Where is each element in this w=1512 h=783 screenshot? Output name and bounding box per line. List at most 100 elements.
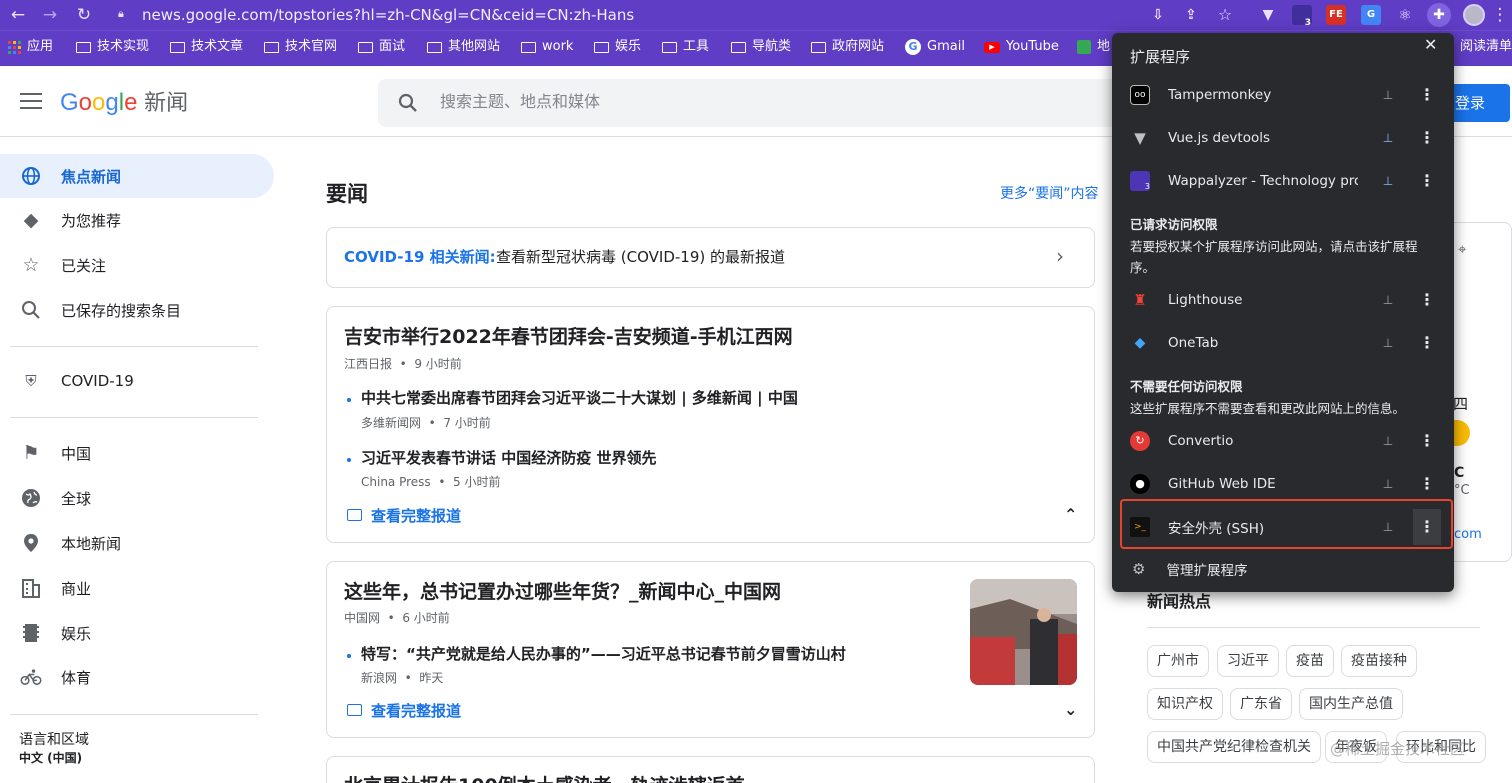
sub-story-title[interactable]: 中共七常委出席春节团拜会习近平谈二十大谋划 | 多维新闻 | 中国 [361,387,798,409]
chevron-down-icon[interactable]: ⌄ [1064,699,1077,721]
sidebar-item-top-stories[interactable]: 焦点新闻 [0,154,274,198]
fe-toolbar-icon[interactable]: FE [1326,5,1346,25]
extension-row[interactable]: ♜ Lighthouse ⊥ ⋮ [1112,278,1454,321]
bookmark-folder[interactable]: 政府网站 [811,36,884,58]
language-region-label[interactable]: 语言和区域 [19,731,89,749]
address-bar[interactable]: news.google.com/topstories?hl=zh-CN&gl=C… [112,2,1262,28]
pin-icon[interactable]: ⊥ [1382,88,1394,102]
sidebar-item-for-you[interactable]: ◆ 为您推荐 [0,198,274,242]
bookmark-folder[interactable]: 技术文章 [170,36,243,58]
more-vert-icon[interactable]: ⋮ [1413,163,1441,199]
bookmark-folder[interactable]: 导航类 [731,36,791,58]
sidebar-item-covid[interactable]: ⛨ COVID-19 [0,359,274,403]
bookmark-folder[interactable]: 工具 [662,36,709,58]
more-vert-icon[interactable]: ⋮ [1413,120,1441,156]
gear-icon: ⚙ [1132,560,1146,578]
sidebar-item-china[interactable]: ⚑ 中国 [0,431,274,475]
pin-icon[interactable]: ⊥ [1382,131,1394,145]
extension-row[interactable]: ▼ Vue.js devtools ⊥ ⋮ [1112,116,1454,159]
pin-icon[interactable]: ⊥ [1382,336,1394,350]
browser-menu-icon[interactable]: ⋮ [1490,5,1510,25]
pin-icon[interactable]: ⊥ [1382,477,1394,491]
bookmark-folder[interactable]: 技术官网 [264,36,337,58]
chevron-right-icon[interactable]: › [1056,244,1064,268]
pin-icon[interactable]: ⊥ [1382,174,1394,188]
location-target-icon[interactable]: ⌖ [1458,240,1466,258]
more-vert-icon[interactable]: ⋮ [1413,282,1441,318]
story-title[interactable]: 这些年，总书记置办过哪些年货？_新闻中心_中国网 [344,579,781,605]
translate-toolbar-icon[interactable]: G [1361,5,1381,25]
trending-chip[interactable]: 广州市 [1147,645,1209,677]
extension-row[interactable]: ↻ Convertio ⊥ ⋮ [1112,419,1454,462]
extensions-puzzle-icon[interactable]: ✚ [1427,3,1451,27]
more-vert-icon[interactable]: ⋮ [1413,466,1441,502]
chevron-up-icon[interactable]: ⌃ [1064,504,1077,526]
manage-extensions-item[interactable]: ⚙ 管理扩展程序 [1112,550,1454,588]
trending-chip[interactable]: 国内生产总值 [1299,688,1403,720]
hamburger-menu-icon[interactable] [20,93,42,111]
close-icon[interactable]: ✕ [1424,35,1437,55]
search-placeholder[interactable]: 搜索主题、地点和媒体 [440,90,600,114]
more-vert-icon[interactable]: ⋮ [1413,325,1441,361]
extension-row[interactable]: 3 Wappalyzer - Technology pro... ⊥ ⋮ [1112,159,1454,202]
apps-grid-icon [8,40,21,54]
sub-story-source[interactable]: 多维新闻网 [361,416,421,430]
extension-row[interactable]: ◆ OneTab ⊥ ⋮ [1112,321,1454,364]
story-source[interactable]: 江西日报 [344,357,392,371]
vue-devtools-toolbar-icon[interactable]: ▼ [1258,5,1278,25]
story-source[interactable]: 中国网 [344,611,380,625]
sidebar-item-business[interactable]: 商业 [0,566,274,610]
sidebar-item-local[interactable]: 本地新闻 [0,521,274,565]
story-title[interactable]: 吉安市举行2022年春节团拜会-吉安频道-手机江西网 [344,324,793,350]
pin-icon[interactable]: ⊥ [1382,434,1394,448]
full-coverage-link[interactable]: 查看完整报道 [371,505,461,527]
bookmark-star-icon[interactable]: ☆ [1215,5,1235,25]
trending-chip[interactable]: 习近平 [1217,645,1279,677]
trending-chip[interactable]: 广东省 [1230,688,1292,720]
covid-link[interactable]: COVID-19 相关新闻: [344,246,496,268]
trending-chip[interactable]: 疫苗接种 [1341,645,1417,677]
bookmark-maps[interactable]: 地 [1077,36,1110,58]
sidebar-item-world[interactable]: 全球 [0,476,274,520]
more-top-stories-link[interactable]: 更多“要闻”内容 [1000,184,1099,204]
trending-chip[interactable]: 疫苗 [1286,645,1334,677]
story-title[interactable]: 北京累计报告100例本土感染者，轨迹涉辖返首 [344,773,745,783]
pin-icon[interactable]: ⊥ [1382,293,1394,307]
reading-list[interactable]: 阅读清单 [1460,36,1512,58]
trending-chip[interactable]: 知识产权 [1147,688,1223,720]
sidebar-item-entertainment[interactable]: 娱乐 [0,611,274,655]
language-region-value[interactable]: 中文 (中国) [19,750,82,767]
sidebar-item-sports[interactable]: 体育 [0,655,274,699]
bookmark-youtube[interactable]: ▶ YouTube [984,36,1059,58]
sub-story-source[interactable]: 新浪网 [361,671,397,685]
more-vert-icon[interactable]: ⋮ [1413,423,1441,459]
install-app-icon[interactable]: ⇩ [1148,5,1168,25]
trending-chip[interactable]: 中国共产党纪律检查机关 [1147,731,1321,763]
forward-arrow-icon[interactable]: → [40,5,60,25]
story-thumbnail[interactable] [970,579,1077,685]
sub-story-source[interactable]: China Press [361,475,431,489]
wappalyzer-toolbar-icon[interactable]: 3 [1292,5,1312,28]
reload-icon[interactable]: ↻ [74,5,94,25]
weather-source-link[interactable]: com [1454,526,1482,544]
more-vert-icon[interactable]: ⋮ [1413,77,1441,113]
full-coverage-link[interactable]: 查看完整报道 [371,700,461,722]
sidebar-item-saved-searches[interactable]: 已保存的搜索条目 [0,288,274,332]
google-news-logo[interactable]: Google 新闻 [60,86,188,120]
bookmark-folder[interactable]: 技术实现 [76,36,149,58]
bookmark-folder[interactable]: work [521,36,573,58]
sub-story-title[interactable]: 特写：“共产党就是给人民办事的”——习近平总书记春节前夕冒雪访山村 [361,643,846,665]
bookmark-gmail[interactable]: G Gmail [905,36,965,58]
bookmark-folder[interactable]: 娱乐 [594,36,641,58]
extension-row[interactable]: oo Tampermonkey ⊥ ⋮ [1112,73,1454,116]
react-devtools-icon[interactable]: ⚛ [1395,5,1415,25]
share-icon[interactable]: ⇪ [1181,5,1201,25]
bookmark-apps[interactable]: 应用 [8,36,53,58]
search-icon[interactable] [398,93,418,113]
avatar[interactable] [1463,4,1485,26]
sidebar-item-following[interactable]: ☆ 已关注 [0,243,274,287]
back-arrow-icon[interactable]: ← [8,5,28,25]
sub-story-title[interactable]: 习近平发表春节讲话 中国经济防疫 世界领先 [361,447,656,469]
bookmark-folder[interactable]: 其他网站 [427,36,500,58]
bookmark-folder[interactable]: 面试 [358,36,405,58]
